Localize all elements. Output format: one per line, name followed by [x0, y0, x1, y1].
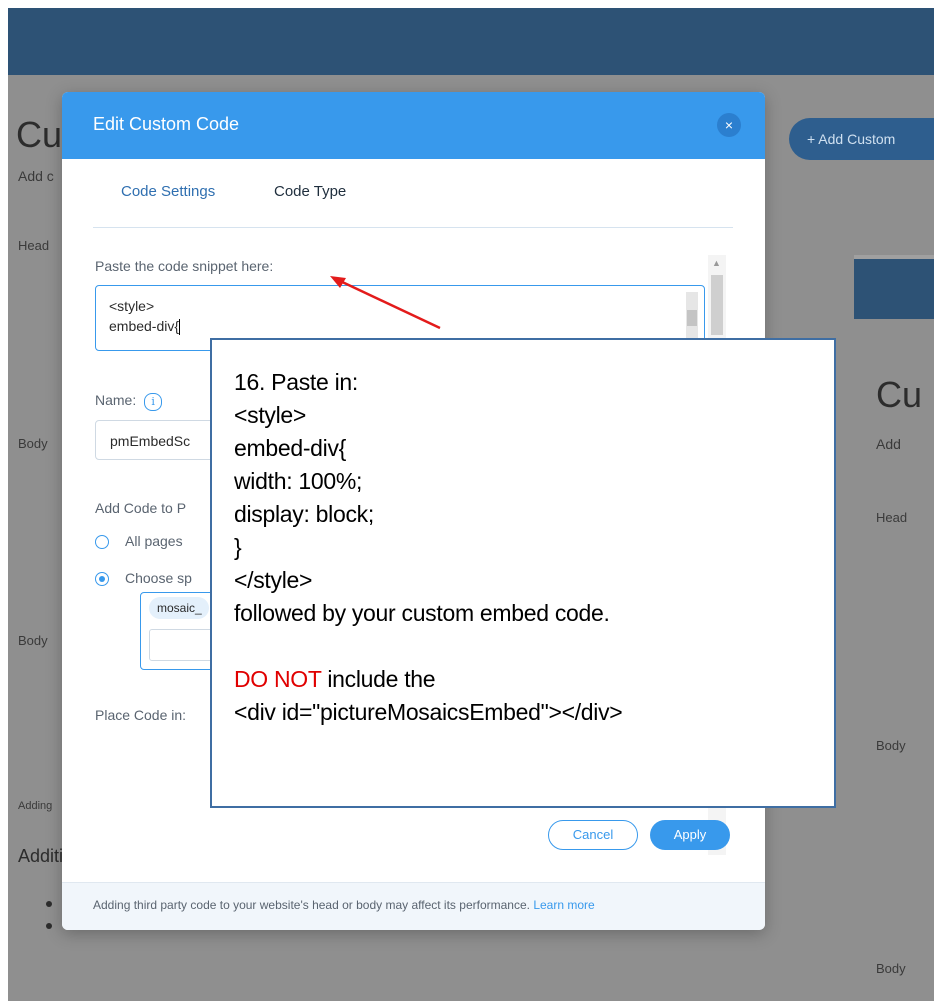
radio-choose-pages[interactable]: [95, 572, 109, 586]
callout-warning-line: DO NOT include the: [234, 663, 812, 696]
code-line: embed-div{: [109, 318, 180, 334]
add-custom-code-button[interactable]: + Add Custom: [789, 118, 934, 160]
code-line: <style>: [109, 298, 155, 314]
background-panel-body-2: Body: [876, 961, 906, 976]
background-additional-heading: Additi: [18, 846, 64, 866]
radio-all-pages[interactable]: [95, 535, 109, 549]
add-code-to-pages-label: Add Code to P: [95, 500, 187, 516]
background-panel-add: Add: [876, 436, 901, 452]
callout-line: 16. Paste in:: [234, 369, 358, 395]
callout-line: <style>: [234, 402, 307, 428]
background-adding-label: Adding: [18, 800, 53, 812]
footer-notice-text: Adding third party code to your website'…: [93, 898, 530, 912]
footer-notice: Adding third party code to your website'…: [93, 898, 595, 912]
textarea-scroll-thumb[interactable]: [687, 310, 697, 326]
text-caret: [179, 319, 181, 336]
callout-warning-rest: include the: [321, 666, 436, 692]
callout-line: display: block;: [234, 501, 374, 527]
background-body-label: Body: [18, 436, 48, 451]
dialog-footer: Adding third party code to your website'…: [62, 882, 765, 930]
callout-line: </style>: [234, 567, 313, 593]
editor-top-bar: [8, 8, 934, 75]
radio-all-pages-label[interactable]: All pages: [125, 533, 183, 549]
callout-line: followed by your custom embed code.: [234, 600, 610, 626]
screenshot-frame: Cu Add c Head Body Body Adding Additi + …: [0, 0, 934, 1006]
dialog-scroll-thumb[interactable]: [711, 275, 723, 335]
tab-code-settings[interactable]: Code Settings: [121, 183, 215, 200]
learn-more-link[interactable]: Learn more: [533, 898, 594, 912]
background-bullet: [46, 901, 52, 907]
background-panel-bar: [854, 259, 934, 319]
radio-choose-pages-label[interactable]: Choose sp: [125, 570, 192, 586]
dialog-header: Edit Custom Code ×: [62, 92, 765, 159]
background-panel-head: Head: [876, 510, 908, 525]
background-panel-body: Body: [876, 738, 906, 753]
name-label-text: Name:: [95, 392, 137, 408]
scroll-up-arrow-icon[interactable]: ▲: [712, 258, 721, 268]
background-body-label-2: Body: [18, 633, 48, 648]
tab-code-type[interactable]: Code Type: [274, 183, 346, 200]
callout-line: }: [234, 534, 242, 560]
cancel-button[interactable]: Cancel: [548, 820, 638, 850]
callout-line: [234, 630, 812, 663]
callout-line: width: 100%;: [234, 468, 363, 494]
paste-code-label: Paste the code snippet here:: [95, 258, 274, 274]
info-icon[interactable]: i: [144, 393, 163, 411]
callout-warning-red: DO NOT: [234, 666, 322, 692]
callout-line: embed-div{: [234, 435, 347, 461]
place-code-label: Place Code in:: [95, 707, 187, 723]
close-icon[interactable]: ×: [717, 113, 741, 137]
background-head-label: Head: [18, 238, 50, 253]
callout-final-line: <div id="pictureMosaicsEmbed"></div>: [234, 699, 623, 725]
apply-button[interactable]: Apply: [650, 820, 730, 850]
background-panel-title: Cu: [876, 374, 923, 415]
dialog-title: Edit Custom Code: [93, 114, 240, 134]
dialog-tabs: Code Settings Code Type: [93, 159, 733, 228]
background-bullet: [46, 923, 52, 929]
instruction-callout: 16. Paste in: <style> embed-div{ width: …: [210, 338, 836, 808]
background-page-title: Cu: [16, 114, 63, 155]
name-field-label: Name: i: [95, 392, 163, 411]
selected-page-chip[interactable]: mosaic_: [149, 597, 209, 619]
background-page-subtitle: Add c: [18, 168, 54, 184]
pointer-arrow-icon: [330, 276, 441, 330]
